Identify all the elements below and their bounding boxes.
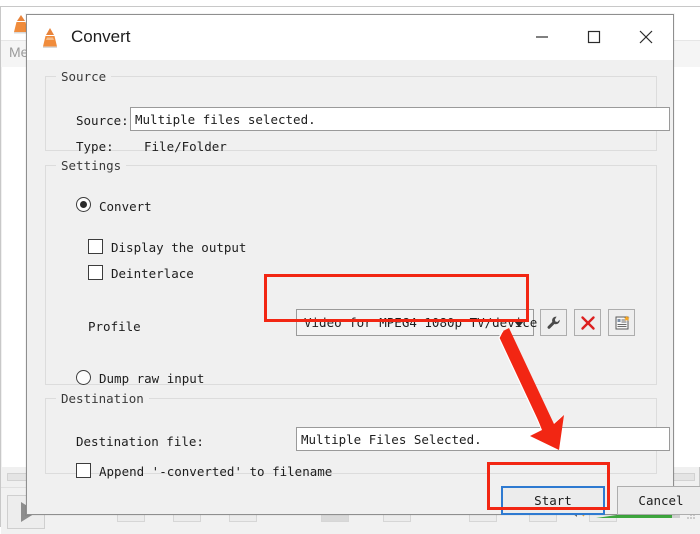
append-converted-label: Append '-converted' to filename bbox=[99, 464, 333, 479]
dump-raw-radio[interactable] bbox=[76, 370, 91, 385]
cancel-button[interactable]: Cancel bbox=[617, 486, 700, 515]
close-icon bbox=[639, 30, 653, 44]
minimize-button[interactable] bbox=[519, 15, 565, 59]
convert-radio[interactable] bbox=[76, 197, 91, 212]
display-output-label: Display the output bbox=[111, 240, 247, 255]
deinterlace-label: Deinterlace bbox=[111, 266, 194, 281]
convert-radio-label: Convert bbox=[99, 199, 152, 214]
dump-raw-label: Dump raw input bbox=[99, 371, 205, 386]
dialog-title: Convert bbox=[71, 27, 131, 46]
minimize-icon bbox=[536, 36, 548, 38]
display-output-checkbox[interactable] bbox=[88, 239, 103, 254]
source-group: Source Source: Multiple files selected. … bbox=[45, 69, 670, 154]
settings-group-legend: Settings bbox=[56, 158, 127, 173]
append-converted-checkbox[interactable] bbox=[76, 463, 91, 478]
destination-group-legend: Destination bbox=[56, 391, 149, 406]
close-button[interactable] bbox=[623, 15, 669, 59]
red-arrow-icon bbox=[498, 328, 564, 450]
maximize-button[interactable] bbox=[571, 15, 617, 59]
source-input[interactable]: Multiple files selected. bbox=[130, 107, 670, 131]
profile-highlight-box bbox=[264, 274, 529, 322]
vlc-cone-icon bbox=[43, 28, 57, 48]
source-label: Source: bbox=[76, 113, 129, 128]
destination-file-label: Destination file: bbox=[76, 434, 204, 449]
maximize-icon bbox=[587, 30, 601, 44]
new-profile-button[interactable] bbox=[608, 309, 635, 336]
new-profile-icon bbox=[615, 315, 630, 329]
type-label: Type: bbox=[76, 139, 114, 154]
source-group-legend: Source bbox=[56, 69, 112, 84]
profile-label: Profile bbox=[88, 319, 141, 334]
type-value: File/Folder bbox=[144, 139, 227, 154]
dialog-titlebar: Convert bbox=[27, 15, 673, 60]
deinterlace-checkbox[interactable] bbox=[88, 265, 103, 280]
start-highlight-box bbox=[487, 462, 610, 510]
